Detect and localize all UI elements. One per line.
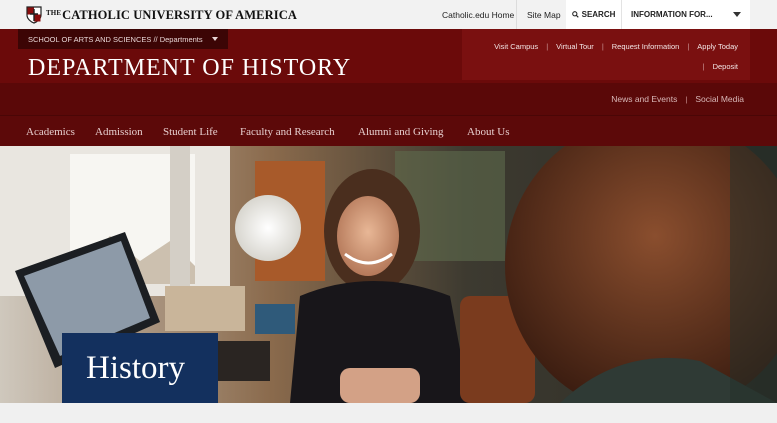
separator: | <box>702 62 705 71</box>
separator: | <box>601 42 604 51</box>
site-map-link[interactable]: Site Map <box>527 10 561 20</box>
nav-academics[interactable]: Academics <box>26 116 75 147</box>
nav-alumni-and-giving[interactable]: Alumni and Giving <box>358 116 444 147</box>
departments-breadcrumb[interactable]: SCHOOL OF ARTS AND SCIENCES // Departmen… <box>18 29 228 49</box>
virtual-tour-link[interactable]: Virtual Tour <box>556 42 594 51</box>
caret-down-icon <box>212 37 218 41</box>
social-media-link[interactable]: Social Media <box>695 94 744 104</box>
separator: | <box>546 42 549 51</box>
separator: | <box>687 42 690 51</box>
nav-about-us[interactable]: About Us <box>467 116 509 147</box>
separator: | <box>685 94 688 104</box>
information-for-label: INFORMATION FOR... <box>631 10 713 19</box>
nav-admission[interactable]: Admission <box>95 116 143 147</box>
request-information-link[interactable]: Request Information <box>612 42 680 51</box>
hero-title-badge: History <box>62 333 218 403</box>
information-for-dropdown[interactable]: INFORMATION FOR... <box>621 0 750 29</box>
brand-name: CATHOLIC UNIVERSITY OF AMERICA <box>62 7 297 22</box>
social-links: News and Events | Social Media <box>611 94 744 104</box>
page-title: DEPARTMENT OF HISTORY <box>28 55 352 81</box>
search-label: SEARCH <box>581 10 616 19</box>
page-content-start <box>0 403 777 423</box>
deposit-link[interactable]: Deposit <box>713 62 738 71</box>
breadcrumb-label: SCHOOL OF ARTS AND SCIENCES // Departmen… <box>28 34 203 44</box>
quick-links-panel: Visit Campus | Virtual Tour | Request In… <box>462 29 750 80</box>
news-and-events-link[interactable]: News and Events <box>611 94 677 104</box>
nav-student-life[interactable]: Student Life <box>163 116 218 147</box>
hero-title: History <box>86 349 185 386</box>
nav-faculty-and-research[interactable]: Faculty and Research <box>240 116 335 147</box>
shield-icon <box>26 6 42 24</box>
caret-down-icon <box>733 12 741 17</box>
apply-today-link[interactable]: Apply Today <box>697 42 738 51</box>
utility-bar: THECATHOLIC UNIVERSITY OF AMERICA Cathol… <box>0 0 777 29</box>
visit-campus-link[interactable]: Visit Campus <box>494 42 538 51</box>
university-logo[interactable]: THECATHOLIC UNIVERSITY OF AMERICA <box>26 5 297 25</box>
brand-the: THE <box>46 8 62 17</box>
search-button[interactable]: SEARCH <box>566 0 621 29</box>
catholic-home-link[interactable]: Catholic.edu Home <box>442 10 514 20</box>
search-icon <box>571 11 579 18</box>
main-navigation: Academics Admission Student Life Faculty… <box>0 115 777 146</box>
